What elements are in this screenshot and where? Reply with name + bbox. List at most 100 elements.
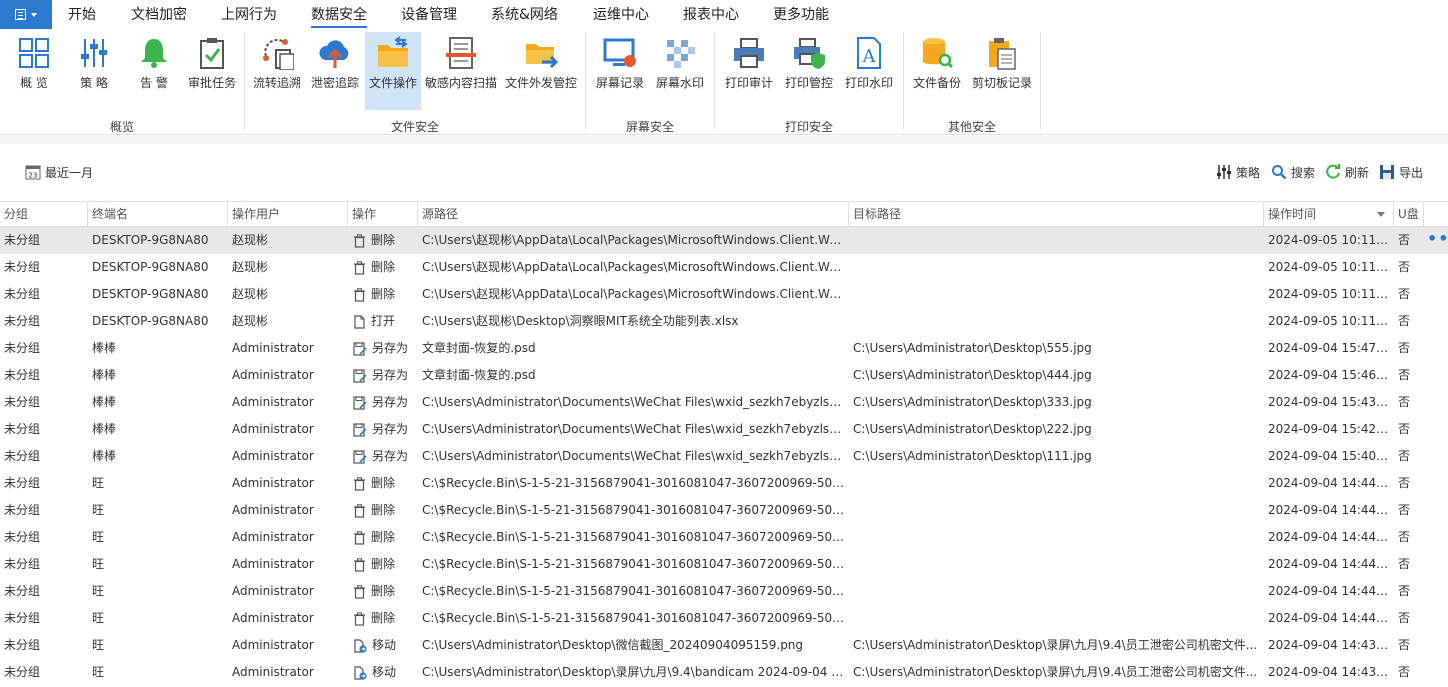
- cell-user: 赵现彬: [232, 233, 269, 247]
- print-watermark-button[interactable]: A 打印水印: [841, 32, 897, 110]
- leak-trace-button[interactable]: 泄密追踪: [308, 32, 362, 110]
- date-range-selector[interactable]: 23 最近一月: [25, 163, 93, 181]
- overview-button[interactable]: 概 览: [8, 32, 60, 110]
- column-header-operation[interactable]: 操作: [348, 202, 418, 227]
- cell-operation: 删除: [353, 605, 417, 632]
- tab-web-behavior[interactable]: 上网行为: [221, 6, 277, 28]
- export-button[interactable]: 导出: [1379, 163, 1423, 181]
- tab-doc-encrypt[interactable]: 文档加密: [131, 6, 187, 28]
- table-row[interactable]: 未分组 棒棒 Administrator 另存为 C:\Users\Administra…: [0, 443, 1448, 470]
- cell-operation: 另存为: [353, 335, 417, 362]
- cell-operation-label: 另存为: [372, 395, 409, 409]
- table-row[interactable]: 未分组 旺 Administrator 删除 C:\$Recycle.Bin\S-1-5…: [0, 551, 1448, 578]
- cell-usb: 否: [1398, 341, 1411, 355]
- table-row[interactable]: 未分组 DESKTOP-9G8NA80 赵现彬 删除 C:\Users\赵现彬\AppD…: [0, 281, 1448, 308]
- cell-operation-label: 删除: [371, 476, 396, 490]
- table-row[interactable]: 未分组 旺 Administrator 删除 C:\$Recycle.Bin\S-1-5…: [0, 470, 1448, 497]
- column-header-terminal[interactable]: 终端名: [88, 202, 228, 227]
- tab-data-security[interactable]: 数据安全: [311, 6, 367, 28]
- tab-system-network[interactable]: 系统&网络: [491, 6, 558, 28]
- column-header-group[interactable]: 分组: [0, 202, 88, 227]
- table-row[interactable]: 未分组 棒棒 Administrator 另存为 文章封面-恢复的.psd C:\User…: [0, 335, 1448, 362]
- cell-usb: 否: [1398, 233, 1411, 247]
- cell-group: 未分组: [4, 287, 41, 301]
- cell-source-path: C:\Users\赵现彬\AppData\Local\Packages\Micr…: [422, 287, 847, 301]
- policy-toolbar-button[interactable]: 策略: [1216, 163, 1260, 181]
- approval-task-button[interactable]: 审批任务: [184, 32, 240, 110]
- file-backup-button[interactable]: 文件备份: [909, 32, 965, 110]
- file-operation-button[interactable]: 文件操作: [365, 32, 421, 110]
- print-audit-button[interactable]: 打印审计: [721, 32, 777, 110]
- cell-operation-label: 删除: [371, 557, 396, 571]
- column-header-source-path[interactable]: 源路径: [418, 202, 849, 227]
- cell-terminal: 棒棒: [92, 449, 117, 463]
- search-button[interactable]: 搜索: [1271, 163, 1315, 181]
- group-separator: [903, 32, 904, 130]
- alarm-label: 告 警: [140, 76, 168, 90]
- cell-usb: 否: [1398, 395, 1411, 409]
- folder-arrow-icon: [378, 36, 408, 67]
- file-outgoing-control-button[interactable]: 文件外发管控: [503, 32, 579, 110]
- table-row[interactable]: 未分组 旺 Administrator 移动 C:\Users\Administrato…: [0, 659, 1448, 686]
- screen-record-button[interactable]: 屏幕记录: [592, 32, 648, 110]
- clipboard-record-button[interactable]: 剪切板记录: [969, 32, 1035, 110]
- table-row[interactable]: 未分组 棒棒 Administrator 另存为 C:\Users\Administra…: [0, 389, 1448, 416]
- more-actions-icon[interactable]: •••: [1427, 227, 1448, 254]
- table-row[interactable]: 未分组 旺 Administrator 删除 C:\$Recycle.Bin\S-1-5…: [0, 524, 1448, 551]
- tab-ops-center[interactable]: 运维中心: [593, 6, 649, 28]
- cell-user: 赵现彬: [232, 287, 269, 301]
- table-row[interactable]: 未分组 DESKTOP-9G8NA80 赵现彬 打开 C:\Users\赵现彬\Desk…: [0, 308, 1448, 335]
- printer-shield-icon: [794, 38, 825, 69]
- trash-icon: [353, 530, 371, 545]
- table-row[interactable]: 未分组 DESKTOP-9G8NA80 赵现彬 删除 C:\Users\赵现彬\AppD…: [0, 254, 1448, 281]
- sort-desc-icon[interactable]: [1377, 212, 1385, 217]
- tab-start[interactable]: 开始: [68, 6, 96, 28]
- policy-button[interactable]: 策 略: [68, 32, 120, 110]
- cell-usb: 否: [1398, 530, 1411, 544]
- tab-more-features[interactable]: 更多功能: [773, 6, 829, 28]
- cell-usb: 否: [1398, 314, 1411, 328]
- cell-time: 2024-09-04 14:44:07: [1268, 476, 1392, 490]
- menu-icon: [15, 9, 26, 20]
- cell-operation-label: 另存为: [372, 368, 409, 382]
- alarm-button[interactable]: 告 警: [128, 32, 180, 110]
- bell-icon: [141, 39, 167, 68]
- cell-source-path: C:\Users\Administrator\Documents\WeChat …: [422, 395, 847, 409]
- print-control-button[interactable]: 打印管控: [781, 32, 837, 110]
- screen-watermark-button[interactable]: 屏幕水印: [652, 32, 708, 110]
- tab-device-mgmt[interactable]: 设备管理: [401, 6, 457, 28]
- approval-task-label: 审批任务: [187, 76, 236, 90]
- table-row[interactable]: 未分组 旺 Administrator 删除 C:\$Recycle.Bin\S-1-5…: [0, 605, 1448, 632]
- cell-group: 未分组: [4, 638, 41, 652]
- print-audit-label: 打印审计: [724, 76, 773, 90]
- document-scan-icon: [446, 37, 476, 69]
- table-row[interactable]: 未分组 旺 Administrator 删除 C:\$Recycle.Bin\S-1-5…: [0, 578, 1448, 605]
- table-row[interactable]: 未分组 棒棒 Administrator 另存为 C:\Users\Administra…: [0, 416, 1448, 443]
- cell-operation: 删除: [353, 254, 417, 281]
- database-search-icon: [923, 38, 954, 69]
- refresh-button[interactable]: 刷新: [1325, 163, 1369, 181]
- cell-source-path: C:\$Recycle.Bin\S-1-5-21-3156879041-3016…: [422, 557, 847, 571]
- tab-report-center[interactable]: 报表中心: [683, 6, 739, 28]
- table-row[interactable]: 未分组 旺 Administrator 移动 C:\Users\Administrato…: [0, 632, 1448, 659]
- cell-terminal: DESKTOP-9G8NA80: [92, 233, 209, 247]
- cell-user: Administrator: [232, 449, 314, 463]
- flow-trace-button[interactable]: 流转追溯: [250, 32, 304, 110]
- column-header-user[interactable]: 操作用户: [228, 202, 348, 227]
- table-row[interactable]: 未分组 旺 Administrator 删除 C:\$Recycle.Bin\S-1-5…: [0, 497, 1448, 524]
- cell-operation-label: 删除: [371, 611, 396, 625]
- chevron-down-icon: [31, 13, 37, 17]
- cell-group: 未分组: [4, 449, 41, 463]
- table-row[interactable]: 未分组 DESKTOP-9G8NA80 赵现彬 删除 C:\Users\赵现彬\AppD…: [0, 227, 1448, 254]
- toolbar: 23 最近一月 策略 搜索 刷新 导出: [0, 144, 1448, 200]
- column-header-target-path[interactable]: 目标路径: [849, 202, 1264, 227]
- menu-bar: 开始 文档加密 上网行为 数据安全 设备管理 系统&网络 运维中心 报表中心 更…: [0, 0, 1448, 30]
- table-row[interactable]: 未分组 棒棒 Administrator 另存为 文章封面-恢复的.psd C:\User…: [0, 362, 1448, 389]
- app-menu-button[interactable]: [0, 0, 52, 29]
- cell-user: Administrator: [232, 422, 314, 436]
- printer-icon: [734, 38, 764, 68]
- column-header-usb[interactable]: U盘: [1394, 202, 1424, 227]
- sensitive-scan-button[interactable]: 敏感内容扫描: [424, 32, 498, 110]
- column-header-time[interactable]: 操作时间: [1264, 202, 1394, 227]
- cell-target-path: C:\Users\Administrator\Desktop\录屏\九月\9.4…: [853, 665, 1258, 679]
